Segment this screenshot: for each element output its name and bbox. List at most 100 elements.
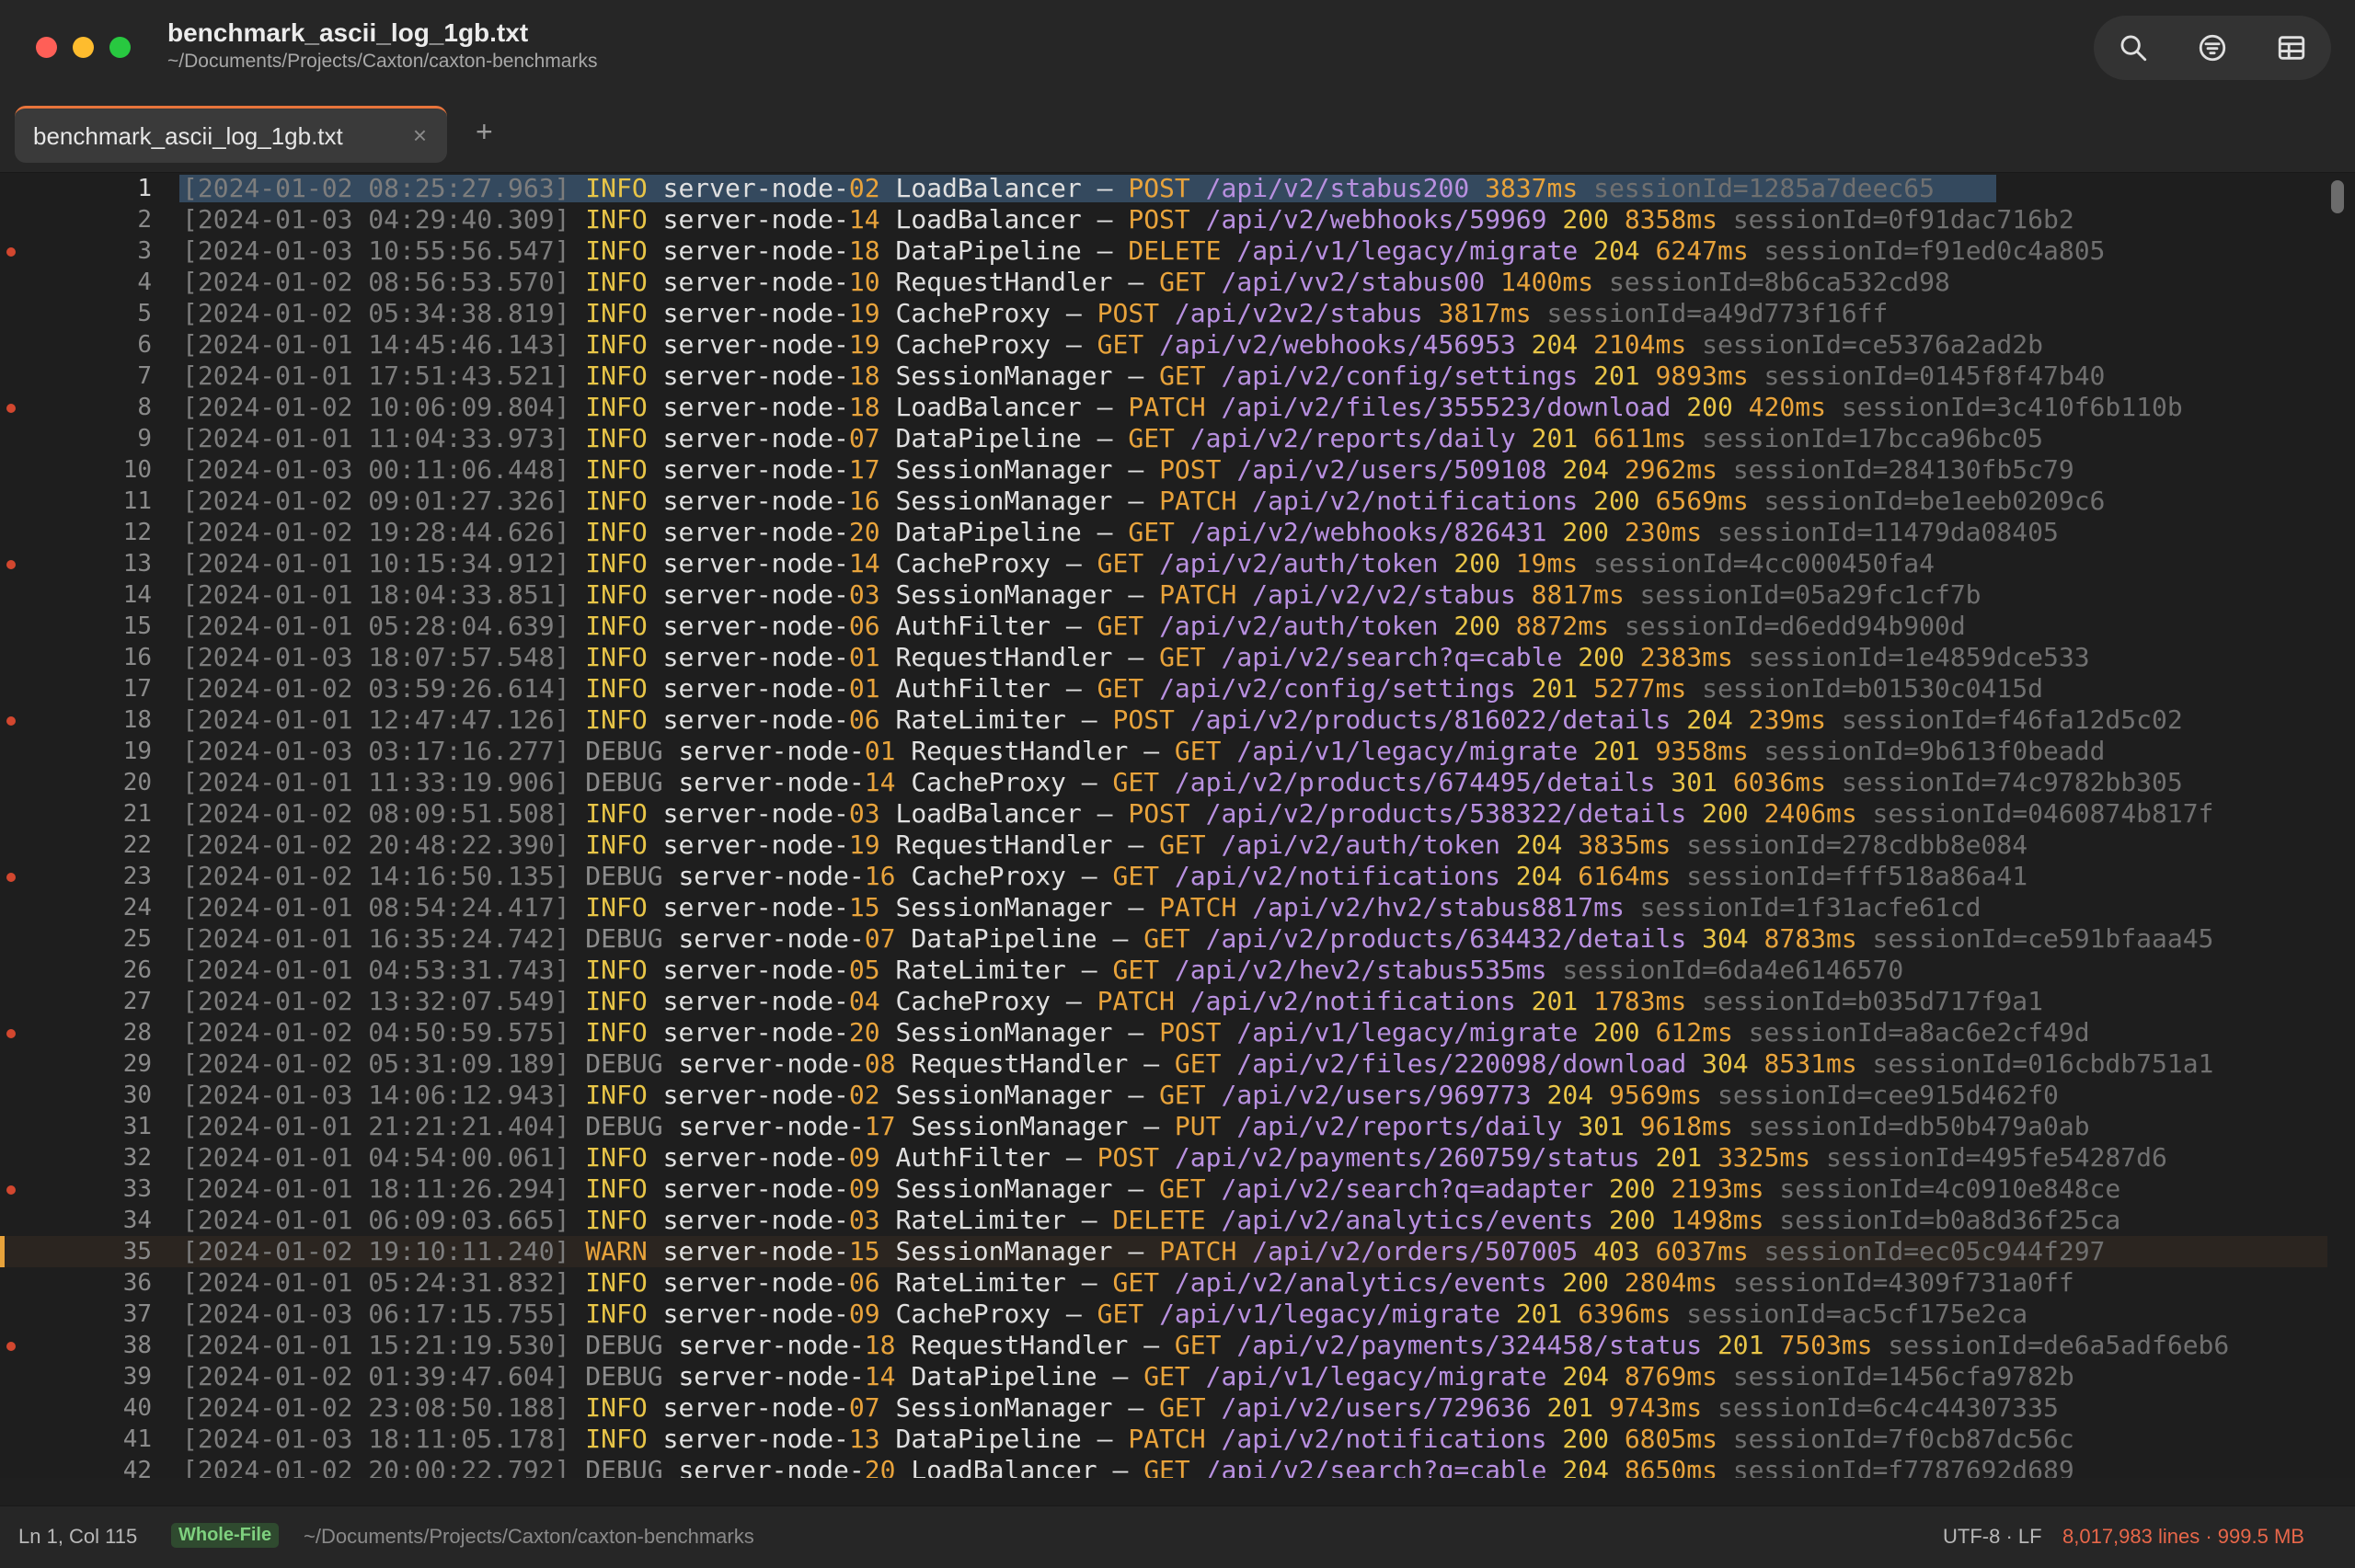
- duration: 2962ms: [1624, 454, 1717, 485]
- log-line[interactable]: 23 [2024-01-02 14:16:50.135] DEBUG server…: [0, 861, 2327, 892]
- node-prefix: server-node-: [662, 392, 849, 422]
- duration: 9893ms: [1655, 361, 1749, 391]
- close-icon[interactable]: ×: [413, 121, 427, 150]
- log-level: INFO: [585, 1267, 648, 1298]
- component-name: RequestHandler: [895, 642, 1113, 672]
- line-number: 13: [122, 550, 152, 578]
- log-line[interactable]: 11 [2024-01-02 09:01:27.326] INFO server-…: [0, 486, 2327, 517]
- log-line[interactable]: 15 [2024-01-01 05:28:04.639] INFO server-…: [0, 611, 2327, 642]
- separator: –: [1065, 1299, 1082, 1329]
- http-method: GET: [1143, 1361, 1190, 1391]
- log-timestamp: [2024-01-02 08:09:51.508]: [182, 798, 570, 829]
- line-number: 26: [122, 956, 152, 984]
- log-line[interactable]: 6 [2024-01-01 14:45:46.143] INFO server-n…: [0, 329, 2327, 361]
- log-line[interactable]: 41 [2024-01-03 18:11:05.178] INFO server-…: [0, 1424, 2327, 1455]
- minimize-window-button[interactable]: [73, 37, 94, 58]
- zoom-window-button[interactable]: [109, 37, 131, 58]
- layout-button[interactable]: [2266, 22, 2317, 74]
- duration: 19ms: [1515, 548, 1579, 578]
- log-line[interactable]: 17 [2024-01-02 03:59:26.614] INFO server-…: [0, 673, 2327, 704]
- component-name: AuthFilter: [895, 1142, 1051, 1173]
- component-name: RequestHandler: [911, 1330, 1129, 1360]
- log-line[interactable]: 4 [2024-01-02 08:56:53.570] INFO server-n…: [0, 267, 2327, 298]
- log-line[interactable]: 14 [2024-01-01 18:04:33.851] INFO server-…: [0, 579, 2327, 611]
- log-line[interactable]: 8 [2024-01-02 10:06:09.804] INFO server-n…: [0, 392, 2327, 423]
- log-line[interactable]: 42 [2024-01-02 20:00:22.792] DEBUG server…: [0, 1455, 2327, 1478]
- log-line[interactable]: 19 [2024-01-03 03:17:16.277] DEBUG server…: [0, 736, 2327, 767]
- separator: –: [1128, 361, 1144, 391]
- filter-button[interactable]: [2187, 22, 2238, 74]
- line-number: 32: [122, 1144, 152, 1172]
- request-url: /api/v2/files/220098/download: [1236, 1048, 1687, 1079]
- node-prefix: server-node-: [678, 923, 865, 954]
- node-prefix: server-node-: [662, 611, 849, 641]
- log-level: INFO: [585, 454, 648, 485]
- session-id: sessionId=f7787692d689: [1732, 1455, 2074, 1478]
- log-line[interactable]: 16 [2024-01-03 18:07:57.548] INFO server-…: [0, 642, 2327, 673]
- log-line[interactable]: 34 [2024-01-01 06:09:03.665] INFO server-…: [0, 1205, 2327, 1236]
- log-line[interactable]: 1 [2024-01-02 08:25:27.963] INFO server-n…: [0, 173, 2327, 204]
- log-line[interactable]: 30 [2024-01-03 14:06:12.943] INFO server-…: [0, 1080, 2327, 1111]
- log-line[interactable]: 36 [2024-01-01 05:24:31.832] INFO server-…: [0, 1267, 2327, 1299]
- log-line[interactable]: 21 [2024-01-02 08:09:51.508] INFO server-…: [0, 798, 2327, 830]
- duration: 2104ms: [1593, 329, 1687, 360]
- session-id: sessionId=de6a5adf6eb6: [1888, 1330, 2230, 1360]
- node-prefix: server-node-: [678, 1361, 865, 1391]
- log-line[interactable]: 35 [2024-01-02 19:10:11.240] WARN server-…: [0, 1236, 2327, 1267]
- log-line[interactable]: 25 [2024-01-01 16:35:24.742] DEBUG server…: [0, 923, 2327, 955]
- separator: –: [1081, 955, 1097, 985]
- log-line[interactable]: 9 [2024-01-01 11:04:33.973] INFO server-n…: [0, 423, 2327, 454]
- log-line[interactable]: 40 [2024-01-02 23:08:50.188] INFO server-…: [0, 1392, 2327, 1424]
- duration: 2193ms: [1671, 1173, 1764, 1204]
- separator: –: [1097, 423, 1113, 453]
- duration: 1783ms: [1593, 986, 1687, 1016]
- log-line[interactable]: 38 [2024-01-01 15:21:19.530] DEBUG server…: [0, 1330, 2327, 1361]
- log-timestamp: [2024-01-02 20:48:22.390]: [182, 830, 570, 860]
- node-number: 02: [848, 1080, 880, 1110]
- component-name: CacheProxy: [895, 329, 1051, 360]
- log-line[interactable]: 22 [2024-01-02 20:48:22.390] INFO server-…: [0, 830, 2327, 861]
- log-line[interactable]: 27 [2024-01-02 13:32:07.549] INFO server-…: [0, 986, 2327, 1017]
- log-line-content: [2024-01-01 18:11:26.294] INFO server-no…: [182, 1173, 2120, 1205]
- log-line[interactable]: 5 [2024-01-02 05:34:38.819] INFO server-n…: [0, 298, 2327, 329]
- vertical-scrollbar[interactable]: [2331, 180, 2344, 213]
- log-level: INFO: [585, 704, 648, 735]
- log-line[interactable]: 18 [2024-01-01 12:47:47.126] INFO server-…: [0, 704, 2327, 736]
- log-line[interactable]: 12 [2024-01-02 19:28:44.626] INFO server-…: [0, 517, 2327, 548]
- log-line[interactable]: 20 [2024-01-01 11:33:19.906] DEBUG server…: [0, 767, 2327, 798]
- log-line[interactable]: 2 [2024-01-03 04:29:40.309] INFO server-n…: [0, 204, 2327, 235]
- log-line[interactable]: 31 [2024-01-01 21:21:21.404] DEBUG server…: [0, 1111, 2327, 1142]
- component-name: AuthFilter: [895, 673, 1051, 704]
- node-number: 13: [848, 1424, 880, 1454]
- log-line-content: [2024-01-02 08:56:53.570] INFO server-no…: [182, 267, 1950, 298]
- session-id: sessionId=f91ed0c4a805: [1763, 235, 2106, 266]
- log-level: DEBUG: [585, 861, 663, 891]
- log-line[interactable]: 37 [2024-01-03 06:17:15.755] INFO server-…: [0, 1299, 2327, 1330]
- log-line[interactable]: 13 [2024-01-01 10:15:34.912] INFO server-…: [0, 548, 2327, 579]
- node-number: 20: [848, 1017, 880, 1047]
- log-line-content: [2024-01-03 18:11:05.178] INFO server-no…: [182, 1424, 2074, 1455]
- search-button[interactable]: [2108, 22, 2159, 74]
- add-tab-button[interactable]: +: [476, 115, 493, 149]
- tab-benchmark-log[interactable]: benchmark_ascii_log_1gb.txt ×: [15, 106, 447, 163]
- log-line[interactable]: 28 [2024-01-02 04:50:59.575] INFO server-…: [0, 1017, 2327, 1048]
- log-line[interactable]: 7 [2024-01-01 17:51:43.521] INFO server-n…: [0, 361, 2327, 392]
- request-url: /api/vv2/stabus00: [1221, 267, 1486, 297]
- log-line[interactable]: 29 [2024-01-02 05:31:09.189] DEBUG server…: [0, 1048, 2327, 1080]
- http-method: GET: [1112, 955, 1160, 985]
- editor-pane[interactable]: 1 [2024-01-02 08:25:27.963] INFO server-n…: [0, 173, 2355, 1478]
- log-line[interactable]: 3 [2024-01-03 10:55:56.547] INFO server-n…: [0, 235, 2327, 267]
- node-prefix: server-node-: [662, 267, 849, 297]
- log-line[interactable]: 32 [2024-01-01 04:54:00.061] INFO server-…: [0, 1142, 2327, 1173]
- line-number: 31: [122, 1113, 152, 1140]
- log-line[interactable]: 24 [2024-01-01 08:54:24.417] INFO server-…: [0, 892, 2327, 923]
- log-line[interactable]: 33 [2024-01-01 18:11:26.294] INFO server-…: [0, 1173, 2327, 1205]
- node-number: 18: [848, 361, 880, 391]
- node-prefix: server-node-: [678, 736, 865, 766]
- log-line[interactable]: 26 [2024-01-01 04:53:31.743] INFO server-…: [0, 955, 2327, 986]
- mode-badge[interactable]: Whole-File: [171, 1523, 280, 1548]
- log-line[interactable]: 39 [2024-01-02 01:39:47.604] DEBUG server…: [0, 1361, 2327, 1392]
- encoding-indicator[interactable]: UTF-8 · LF: [1943, 1525, 2042, 1549]
- log-line[interactable]: 10 [2024-01-03 00:11:06.448] INFO server-…: [0, 454, 2327, 486]
- close-window-button[interactable]: [36, 37, 57, 58]
